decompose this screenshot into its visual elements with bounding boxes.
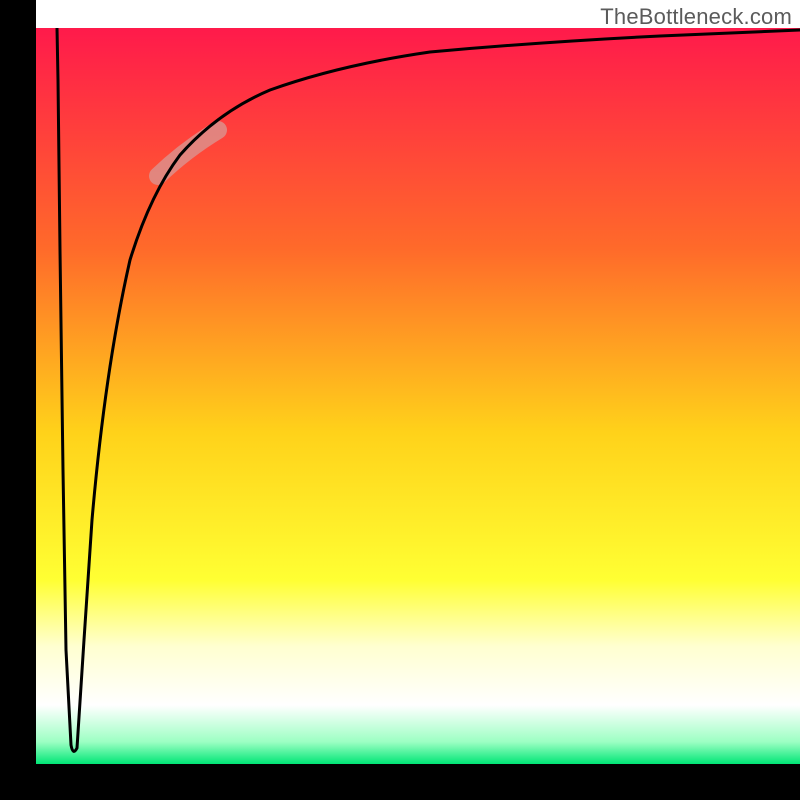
frame-bottom	[0, 764, 800, 800]
bottleneck-chart	[0, 0, 800, 800]
plot-background	[36, 28, 800, 764]
chart-container: TheBottleneck.com	[0, 0, 800, 800]
frame-left	[0, 0, 36, 800]
